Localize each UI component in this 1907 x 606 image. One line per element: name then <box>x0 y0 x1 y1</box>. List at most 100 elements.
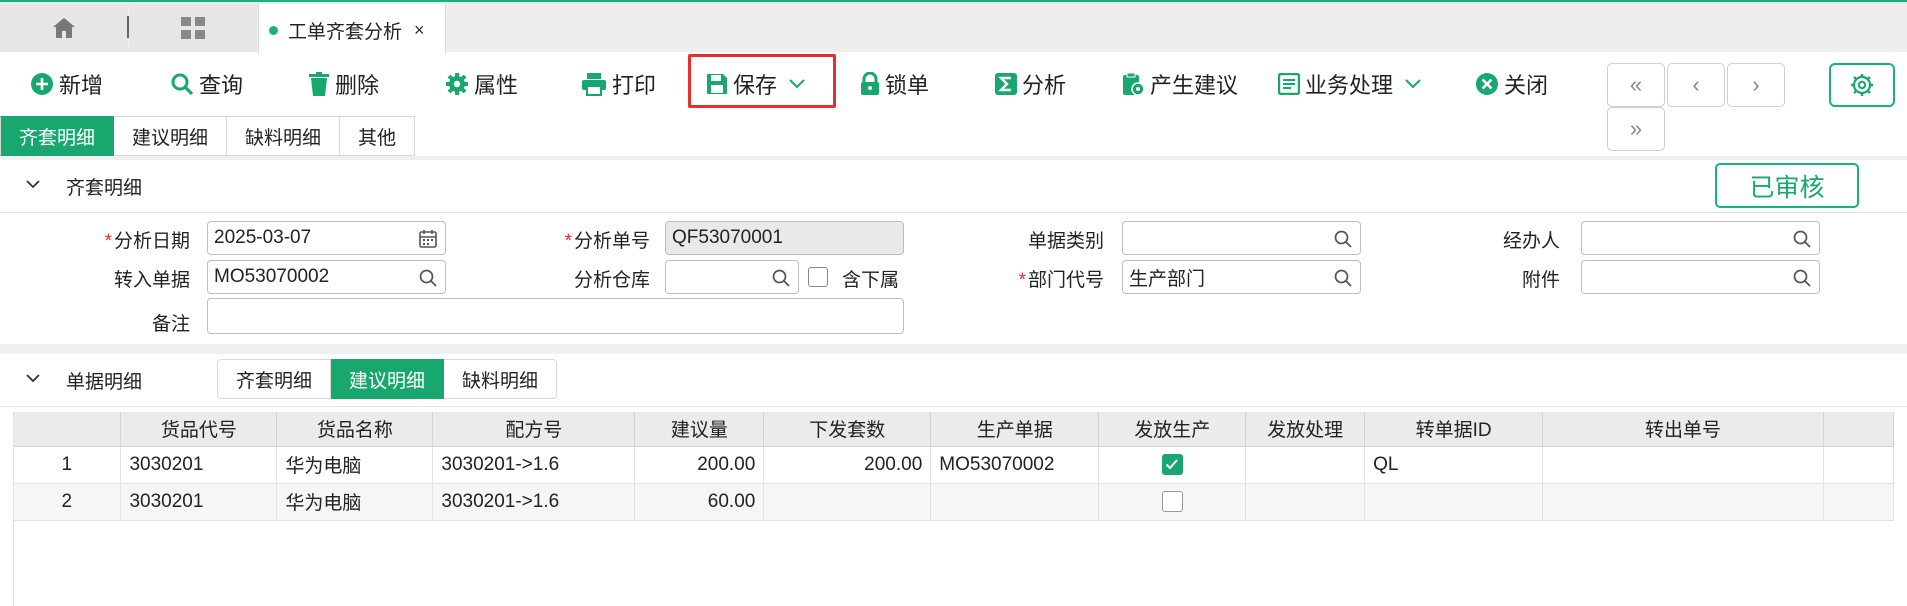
column-header[interactable]: 转单据ID <box>1364 412 1544 447</box>
nav-next-button[interactable]: › <box>1727 63 1785 107</box>
handler-field[interactable] <box>1581 221 1820 255</box>
column-header <box>1823 412 1895 447</box>
column-header[interactable]: 下发套数 <box>763 412 932 447</box>
dept-field[interactable]: 生产部门 <box>1122 260 1361 294</box>
cell-sets[interactable]: 200.00 <box>763 446 932 484</box>
cell-out-no[interactable] <box>1542 483 1824 521</box>
business-process-button[interactable]: 业务处理 <box>1278 54 1421 114</box>
apps-tab[interactable] <box>129 4 257 52</box>
column-header[interactable]: 货品名称 <box>276 412 434 447</box>
section-gap <box>0 344 1907 354</box>
cell-name[interactable]: 华为电脑 <box>276 483 434 521</box>
search-icon[interactable] <box>1333 229 1353 249</box>
column-header[interactable]: 发放处理 <box>1245 412 1366 447</box>
cell-trans-id[interactable] <box>1364 483 1544 521</box>
search-icon[interactable] <box>418 268 438 288</box>
column-header[interactable]: 发放生产 <box>1098 412 1247 447</box>
cell-code[interactable]: 3030201 <box>120 483 278 521</box>
tab-suggestion-detail[interactable]: 建议明细 <box>331 359 445 399</box>
query-button[interactable]: 查询 <box>170 54 243 114</box>
trash-icon <box>309 72 329 96</box>
search-icon[interactable] <box>1792 229 1812 249</box>
gear-icon <box>446 73 468 95</box>
search-icon[interactable] <box>1792 268 1812 288</box>
cell-name[interactable]: 华为电脑 <box>276 446 434 484</box>
close-icon[interactable]: × <box>414 20 425 41</box>
delete-button[interactable]: 删除 <box>308 54 379 114</box>
calendar-icon[interactable] <box>418 229 438 249</box>
list-icon <box>1278 73 1300 95</box>
chevron-down-icon[interactable] <box>26 371 40 385</box>
row-index: 1 <box>13 446 122 484</box>
cell-prod-doc[interactable] <box>930 483 1100 521</box>
active-tab-dot <box>269 25 278 35</box>
properties-button[interactable]: 属性 <box>445 54 518 114</box>
column-header[interactable]: 配方号 <box>432 412 636 447</box>
search-icon <box>171 73 194 96</box>
column-header[interactable]: 转出单号 <box>1542 412 1824 447</box>
table-left-border <box>13 412 14 606</box>
cell-trans-id[interactable]: QL <box>1364 446 1544 484</box>
source-doc-value: MO53070002 <box>214 266 330 287</box>
remark-field[interactable] <box>207 298 904 334</box>
table-row[interactable]: 2 3030201 华为电脑 3030201->1.6 60.00 <box>13 483 1895 521</box>
column-header[interactable]: 建议量 <box>634 412 765 447</box>
cell-qty[interactable]: 200.00 <box>634 446 765 484</box>
cell-issued[interactable] <box>1098 446 1247 484</box>
settings-button[interactable] <box>1829 63 1895 107</box>
doc-type-field[interactable] <box>1122 221 1361 255</box>
analysis-no-field: QF53070001 <box>665 221 904 255</box>
subtab-kit-detail[interactable]: 齐套明细 <box>0 116 115 156</box>
warehouse-field[interactable] <box>665 260 799 294</box>
table-row[interactable]: 1 3030201 华为电脑 3030201->1.6 200.00 200.0… <box>13 446 1895 484</box>
include-sub-checkbox[interactable] <box>808 267 828 287</box>
attachment-field[interactable] <box>1581 260 1820 294</box>
nav-first-button[interactable]: « <box>1607 63 1665 107</box>
home-tab[interactable] <box>0 4 128 52</box>
close-button[interactable]: 关闭 <box>1475 54 1548 114</box>
issued-checkbox-checked[interactable] <box>1161 453 1183 475</box>
subtab-suggestion-detail[interactable]: 建议明细 <box>114 116 228 156</box>
cell-prod-doc[interactable]: MO53070002 <box>930 446 1100 484</box>
analysis-date-field[interactable]: 2025-03-07 <box>207 221 446 255</box>
cell-out-no[interactable] <box>1542 446 1824 484</box>
warehouse-label: 分析仓库 <box>573 270 650 291</box>
subtab-shortage-detail[interactable]: 缺料明细 <box>227 116 341 156</box>
cell-formula[interactable]: 3030201->1.6 <box>432 446 636 484</box>
tab-label: 工单齐套分析 <box>288 21 403 43</box>
column-header[interactable] <box>13 412 122 447</box>
cell-formula[interactable]: 3030201->1.6 <box>432 483 636 521</box>
cell-code[interactable]: 3030201 <box>120 446 278 484</box>
remark-label: 备注 <box>151 314 190 335</box>
cell-handling[interactable] <box>1245 483 1366 521</box>
generate-label: 产生建议 <box>1150 73 1239 98</box>
search-icon[interactable] <box>1333 268 1353 288</box>
subtab-other[interactable]: 其他 <box>340 116 416 156</box>
tab-kit-detail[interactable]: 齐套明细 <box>217 359 332 399</box>
cell-sets[interactable] <box>763 483 932 521</box>
column-header[interactable]: 生产单据 <box>930 412 1100 447</box>
analyze-button[interactable]: 分析 <box>995 54 1066 114</box>
nav-last-button[interactable]: » <box>1607 107 1665 151</box>
generate-suggestion-button[interactable]: 产生建议 <box>1121 54 1238 114</box>
close-label: 关闭 <box>1504 73 1549 98</box>
tab-work-order-analysis[interactable]: 工单齐套分析 × <box>258 4 446 56</box>
print-button[interactable]: 打印 <box>581 54 656 114</box>
issued-checkbox[interactable] <box>1161 490 1183 512</box>
dept-label: * 部门代号 <box>1018 270 1104 291</box>
add-button[interactable]: 新增 <box>30 54 103 114</box>
tab-shortage-detail[interactable]: 缺料明细 <box>444 359 558 399</box>
cell-issued[interactable] <box>1098 483 1247 521</box>
nav-prev-button[interactable]: ‹ <box>1667 63 1725 107</box>
column-header[interactable]: 货品代号 <box>120 412 278 447</box>
cell-handling[interactable] <box>1245 446 1366 484</box>
chevron-down-icon[interactable] <box>26 177 40 191</box>
lock-button[interactable]: 锁单 <box>860 54 929 114</box>
cell-qty[interactable]: 60.00 <box>634 483 765 521</box>
floppy-disk-icon <box>707 74 727 94</box>
analysis-date-value: 2025-03-07 <box>214 227 312 248</box>
source-doc-field[interactable]: MO53070002 <box>207 260 446 294</box>
clipboard-gear-icon <box>1123 72 1145 96</box>
save-button[interactable]: 保存 <box>706 54 805 114</box>
search-icon[interactable] <box>771 268 791 288</box>
